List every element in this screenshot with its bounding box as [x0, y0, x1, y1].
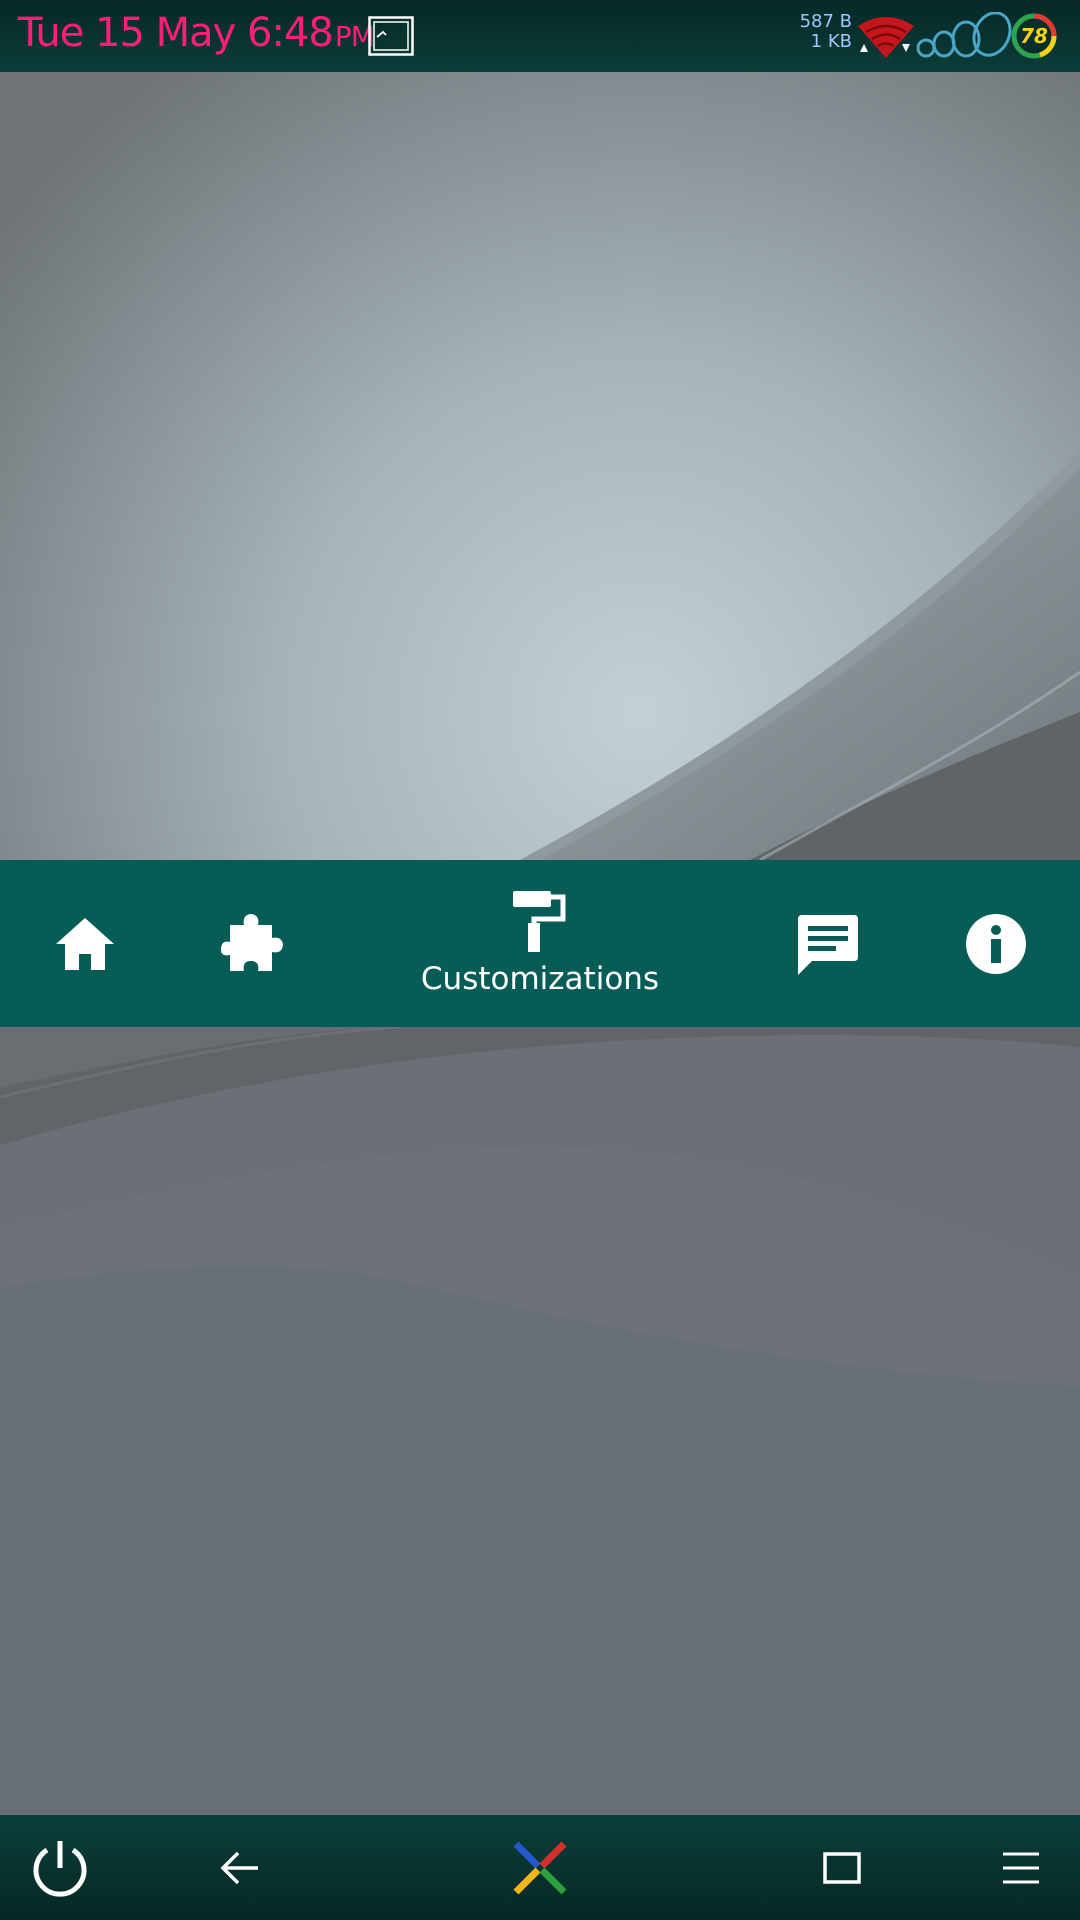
power-button[interactable]	[22, 1815, 98, 1920]
chat-icon	[798, 914, 858, 975]
home-icon	[56, 917, 114, 970]
menu-button[interactable]	[996, 1815, 1046, 1920]
screenshot-icon	[368, 16, 414, 56]
power-icon	[33, 1840, 87, 1897]
wallpaper-top	[0, 72, 1080, 860]
nav-customizations[interactable]: Customizations	[380, 860, 700, 1027]
network-speed: 587 B 1 KB	[790, 12, 852, 52]
signal-icon	[916, 12, 1012, 58]
wifi-icon	[858, 17, 914, 58]
nav-customizations-label: Customizations	[420, 960, 660, 997]
net-up-text: 587 B	[799, 11, 852, 32]
app-logo-icon	[513, 1841, 567, 1894]
nav-info[interactable]	[958, 860, 1034, 1027]
nav-home[interactable]	[40, 860, 130, 1027]
recents-icon	[823, 1851, 861, 1884]
battery-level-text: 78	[1020, 24, 1048, 48]
info-icon	[966, 913, 1026, 974]
back-button[interactable]	[210, 1815, 270, 1920]
home-app-button[interactable]	[505, 1815, 575, 1920]
status-bar: Tue 15 May 6:48PM 587 B 1 KB 78	[0, 0, 1080, 72]
menu-icon	[1003, 1852, 1039, 1883]
back-arrow-icon	[220, 1851, 258, 1884]
nav-chat[interactable]	[790, 860, 866, 1027]
nav-extensions[interactable]	[208, 860, 298, 1027]
recents-button[interactable]	[816, 1815, 868, 1920]
clock-text: Tue 15 May 6:48	[18, 10, 334, 56]
status-clock: Tue 15 May 6:48PM	[18, 10, 375, 56]
puzzle-icon	[220, 913, 283, 971]
paint-roller-icon	[513, 890, 566, 952]
wallpaper-bottom	[0, 1027, 1080, 1815]
system-nav-bar	[0, 1815, 1080, 1920]
net-down-text: 1 KB	[810, 31, 852, 52]
app-nav-bar: Customizations	[0, 860, 1080, 1027]
